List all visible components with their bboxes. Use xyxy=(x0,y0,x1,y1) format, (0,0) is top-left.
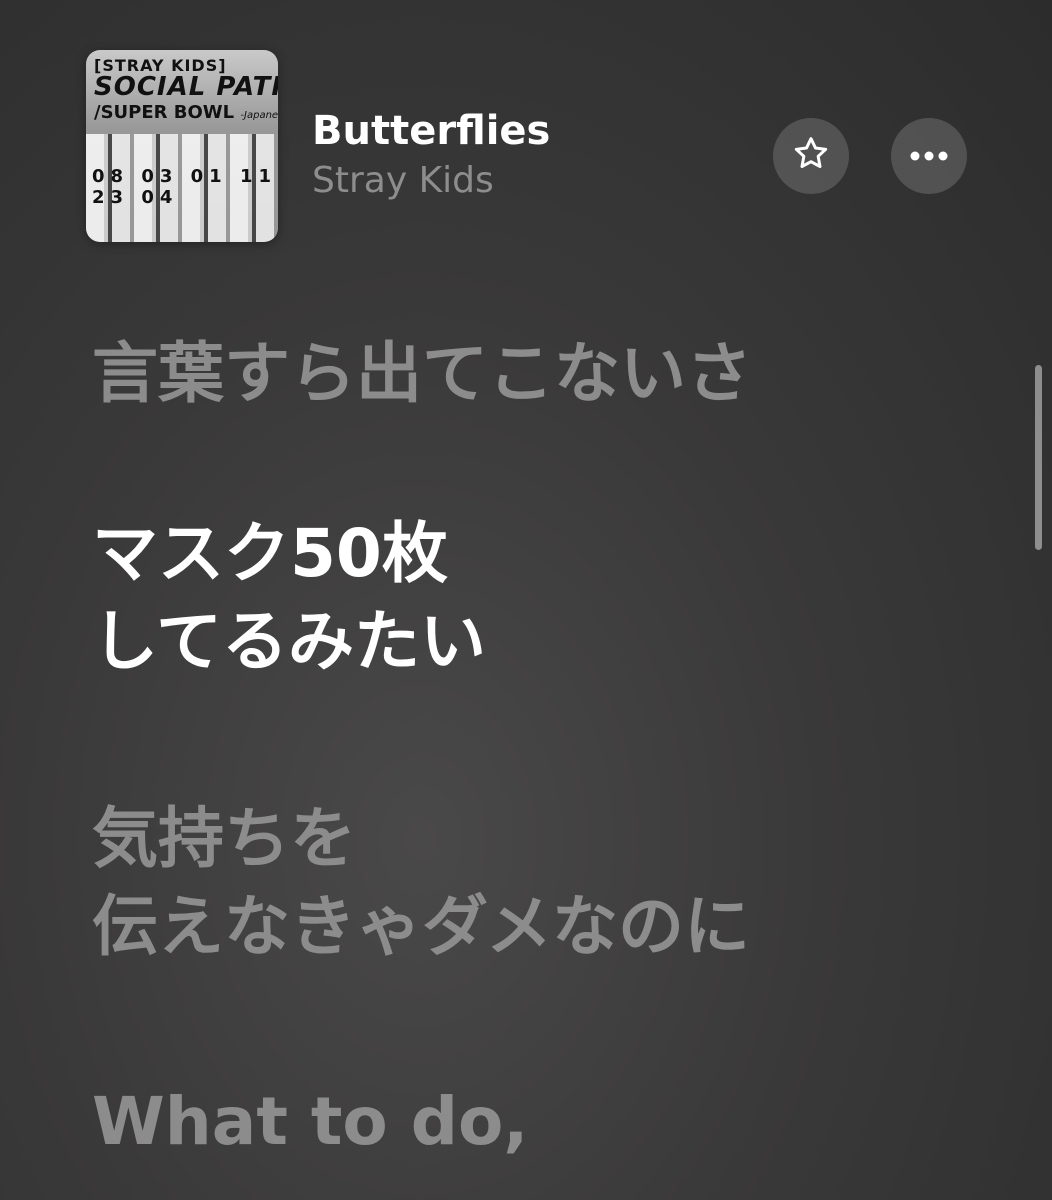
artwork-jersey-numbers: 08 03 01 11 23 04 xyxy=(92,166,277,208)
artwork-subtitle: /SUPER BOWL xyxy=(94,102,235,123)
artwork-title-text: SOCIAL PATH xyxy=(94,72,278,102)
favorite-button[interactable] xyxy=(773,118,849,194)
album-artwork[interactable]: [STRAY KIDS] SOCIAL PATH /SUPER BOWL -Ja… xyxy=(86,50,278,242)
song-artist[interactable]: Stray Kids xyxy=(312,160,494,201)
song-title[interactable]: Butterflies xyxy=(312,108,550,154)
lyric-active-line-2: してるみたい xyxy=(92,603,487,681)
lyric-line-active[interactable]: マスク50枚 してるみたい xyxy=(92,510,486,687)
lyric-upcoming-line-2: 伝えなきゃダメなのに xyxy=(92,888,751,966)
more-options-button[interactable] xyxy=(891,118,967,194)
ellipsis-icon xyxy=(909,147,949,166)
artwork-sub-text: /SUPER BOWL -Japanese ver.- xyxy=(94,102,278,123)
artwork-edition: -Japanese ver.- xyxy=(240,110,278,121)
lyric-line-past[interactable]: 言葉すら出てこないさ xyxy=(92,330,752,418)
lyric-line-next[interactable]: What to do, xyxy=(92,1078,528,1166)
lyric-line-upcoming[interactable]: 気持ちを 伝えなきゃダメなのに xyxy=(92,795,750,972)
star-icon xyxy=(791,134,831,178)
lyric-upcoming-line-1: 気持ちを xyxy=(92,800,356,877)
scrollbar[interactable] xyxy=(1035,365,1042,550)
lyric-active-line-1: マスク50枚 xyxy=(92,515,448,592)
